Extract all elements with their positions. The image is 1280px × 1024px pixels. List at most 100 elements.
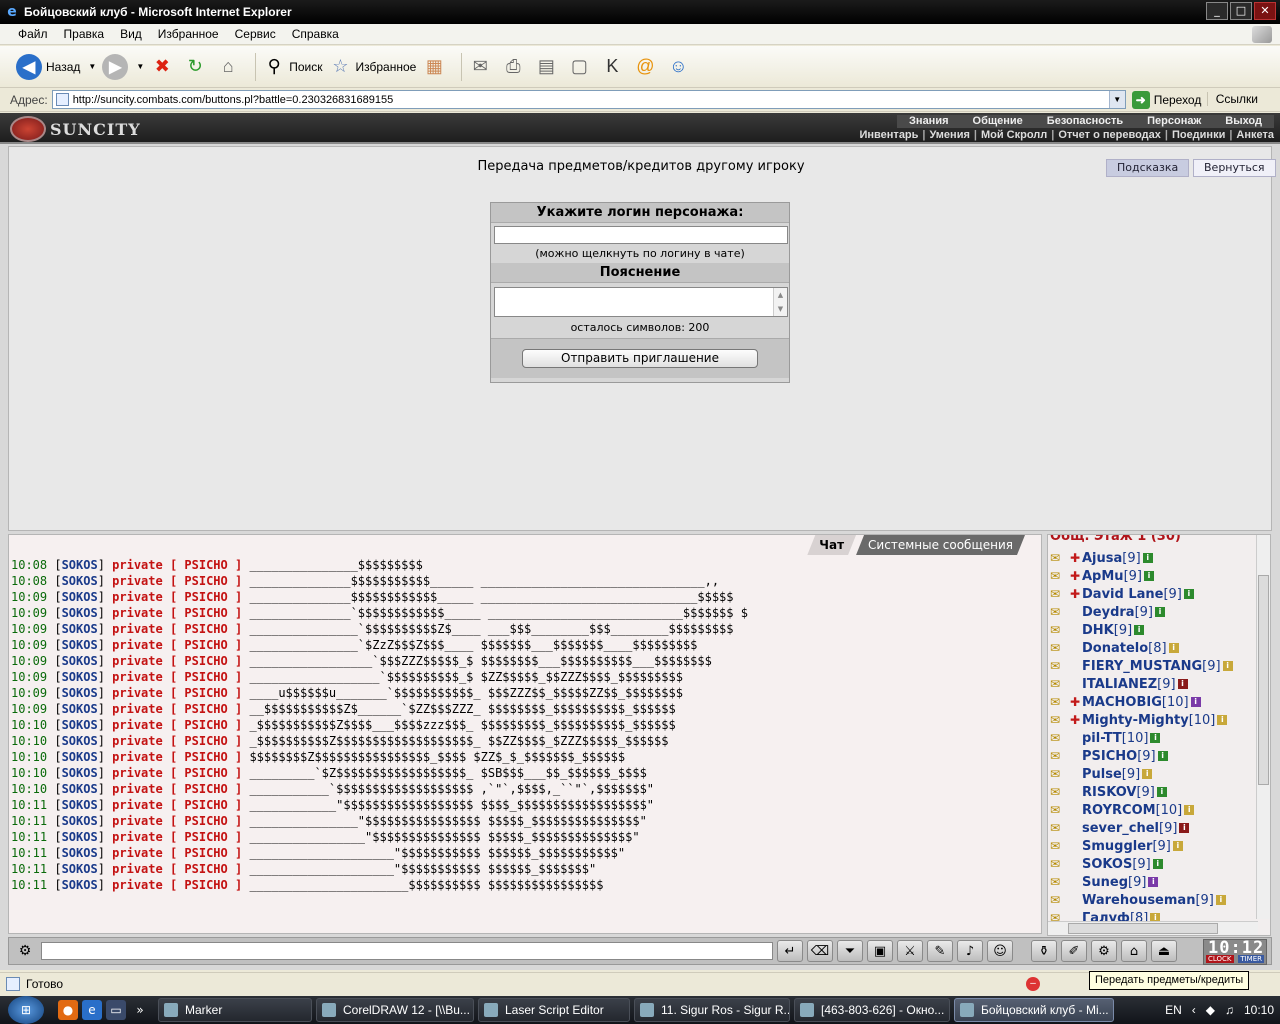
shop-icon[interactable]: ⌂ [1121, 940, 1147, 962]
volume-icon[interactable]: ♫ [1225, 1003, 1234, 1017]
menu-edit[interactable]: Правка [56, 27, 113, 41]
message-nick[interactable]: SOKOS [62, 814, 98, 828]
tab-system-messages[interactable]: Системные сообщения [856, 535, 1025, 555]
message-private-target[interactable]: private [ PSICHO ] [112, 558, 242, 572]
user-info-icon[interactable]: i [1150, 733, 1161, 743]
menu-view[interactable]: Вид [112, 27, 150, 41]
taskbar-button[interactable]: CorelDRAW 12 - [\\Bu... [316, 998, 474, 1022]
maximize-button[interactable]: □ [1230, 2, 1252, 20]
subnav-inventory[interactable]: Инвентарь [860, 129, 919, 142]
hint-button[interactable]: Подсказка [1106, 159, 1190, 177]
user-nick[interactable]: pil-TT [1082, 731, 1122, 746]
whisper-icon[interactable]: ✉ [1050, 659, 1070, 673]
back-dropdown-icon[interactable]: ▼ [88, 62, 96, 71]
user-info-icon[interactable]: i [1142, 769, 1153, 779]
message-private-target[interactable]: private [ PSICHO ] [112, 654, 242, 668]
edit-icon[interactable]: ▤ [534, 55, 558, 79]
message-nick[interactable]: SOKOS [62, 590, 98, 604]
user-info-icon[interactable]: i [1142, 553, 1153, 563]
message-nick[interactable]: SOKOS [62, 606, 98, 620]
firefox-icon[interactable]: ● [58, 1000, 78, 1020]
message-nick[interactable]: SOKOS [62, 718, 98, 732]
user-nick[interactable]: Donatelo [1082, 641, 1148, 656]
whisper-icon[interactable]: ✉ [1050, 893, 1070, 907]
save-log-icon[interactable]: ▣ [867, 940, 893, 962]
whisper-icon[interactable]: ✉ [1050, 857, 1070, 871]
address-dropdown-icon[interactable]: ▼ [1108, 91, 1125, 108]
message-nick[interactable]: SOKOS [62, 686, 98, 700]
exit-icon[interactable]: ⏏ [1151, 940, 1177, 962]
minimize-button[interactable]: _ [1206, 2, 1228, 20]
user-nick[interactable]: ITALIANEZ [1082, 677, 1157, 692]
send-message-icon[interactable]: ↵ [777, 940, 803, 962]
favorites-button[interactable]: ☆ Избранное [329, 55, 416, 79]
user-nick[interactable]: David Lane [1082, 587, 1163, 602]
message-nick[interactable]: SOKOS [62, 830, 98, 844]
online-horizontal-scrollbar[interactable] [1048, 921, 1258, 935]
taskbar-button[interactable]: Marker [158, 998, 312, 1022]
user-info-icon[interactable]: i [1143, 571, 1154, 581]
refresh-icon[interactable]: ↻ [183, 55, 207, 79]
discuss-icon[interactable]: ▢ [567, 55, 591, 79]
clear-icon[interactable]: ⌫ [807, 940, 833, 962]
subnav-profile[interactable]: Анкета [1236, 129, 1274, 142]
transfer-items-icon[interactable]: ⚙ [1091, 940, 1117, 962]
subnav-fights[interactable]: Поединки [1172, 129, 1225, 142]
user-info-icon[interactable]: i [1172, 841, 1183, 851]
user-info-icon[interactable]: i [1156, 787, 1167, 797]
message-private-target[interactable]: private [ PSICHO ] [112, 590, 242, 604]
message-private-target[interactable]: private [ PSICHO ] [112, 782, 242, 796]
user-info-icon[interactable]: i [1157, 751, 1168, 761]
message-private-target[interactable]: private [ PSICHO ] [112, 798, 242, 812]
explanation-textarea[interactable]: ▲ ▼ [494, 287, 788, 317]
whisper-icon[interactable]: ✉ [1050, 641, 1070, 655]
user-nick[interactable]: Smuggler [1082, 839, 1152, 854]
message-private-target[interactable]: private [ PSICHO ] [112, 638, 242, 652]
user-nick[interactable]: ApMu [1082, 569, 1124, 584]
user-info-icon[interactable]: i [1217, 715, 1228, 725]
textarea-scrollbar[interactable]: ▲ ▼ [773, 288, 787, 316]
forward-dropdown-icon[interactable]: ▼ [136, 62, 144, 71]
message-nick[interactable]: SOKOS [62, 638, 98, 652]
user-nick[interactable]: sever_chel [1082, 821, 1159, 836]
language-indicator[interactable]: EN [1165, 1003, 1182, 1017]
send-invitation-button[interactable]: Отправить приглашение [522, 349, 758, 368]
message-nick[interactable]: SOKOS [62, 750, 98, 764]
message-private-target[interactable]: private [ PSICHO ] [112, 606, 242, 620]
message-nick[interactable]: SOKOS [62, 702, 98, 716]
subnav-skills[interactable]: Умения [930, 129, 970, 142]
address-input[interactable]: http://suncity.combats.com/buttons.pl?ba… [51, 90, 1126, 109]
chat-settings-icon[interactable]: ⚙ [13, 940, 37, 962]
user-nick[interactable]: PSICHO [1082, 749, 1137, 764]
forward-button[interactable]: ▶ ▼ [102, 53, 144, 80]
user-nick[interactable]: DHK [1082, 623, 1114, 638]
message-private-target[interactable]: private [ PSICHO ] [112, 830, 242, 844]
user-nick[interactable]: Pulse [1082, 767, 1122, 782]
user-nick[interactable]: ROYRCOM [1082, 803, 1156, 818]
user-info-icon[interactable]: i [1184, 805, 1195, 815]
search-button[interactable]: ⚲ Поиск [262, 55, 323, 79]
message-private-target[interactable]: private [ PSICHO ] [112, 846, 242, 860]
go-button[interactable]: ➜ Переход [1131, 90, 1201, 109]
message-private-target[interactable]: private [ PSICHO ] [112, 622, 242, 636]
message-private-target[interactable]: private [ PSICHO ] [112, 702, 242, 716]
filter-icon[interactable]: ⏷ [837, 940, 863, 962]
whisper-icon[interactable]: ✉ [1050, 569, 1070, 583]
whisper-icon[interactable]: ✉ [1050, 587, 1070, 601]
taskbar-button[interactable]: Бойцовский клуб - Mi... [954, 998, 1114, 1022]
mail-icon[interactable]: ✉ [468, 55, 492, 79]
user-nick[interactable]: MACHOBIG [1082, 695, 1162, 710]
nav-security[interactable]: Безопасность [1035, 115, 1135, 128]
taskbar-button[interactable]: 11. Sigur Ros - Sigur R... [634, 998, 790, 1022]
message-private-target[interactable]: private [ PSICHO ] [112, 878, 242, 892]
whisper-icon[interactable]: ✉ [1050, 695, 1070, 709]
smiley-icon[interactable]: ☺ [987, 940, 1013, 962]
print-icon[interactable]: ⎙ [501, 55, 525, 79]
subnav-transfer-report[interactable]: Отчет о переводах [1058, 129, 1161, 142]
message-private-target[interactable]: private [ PSICHO ] [112, 750, 242, 764]
menu-file[interactable]: Файл [10, 27, 56, 41]
message-nick[interactable]: SOKOS [62, 622, 98, 636]
message-nick[interactable]: SOKOS [62, 766, 98, 780]
whisper-icon[interactable]: ✉ [1050, 623, 1070, 637]
message-nick[interactable]: SOKOS [62, 734, 98, 748]
